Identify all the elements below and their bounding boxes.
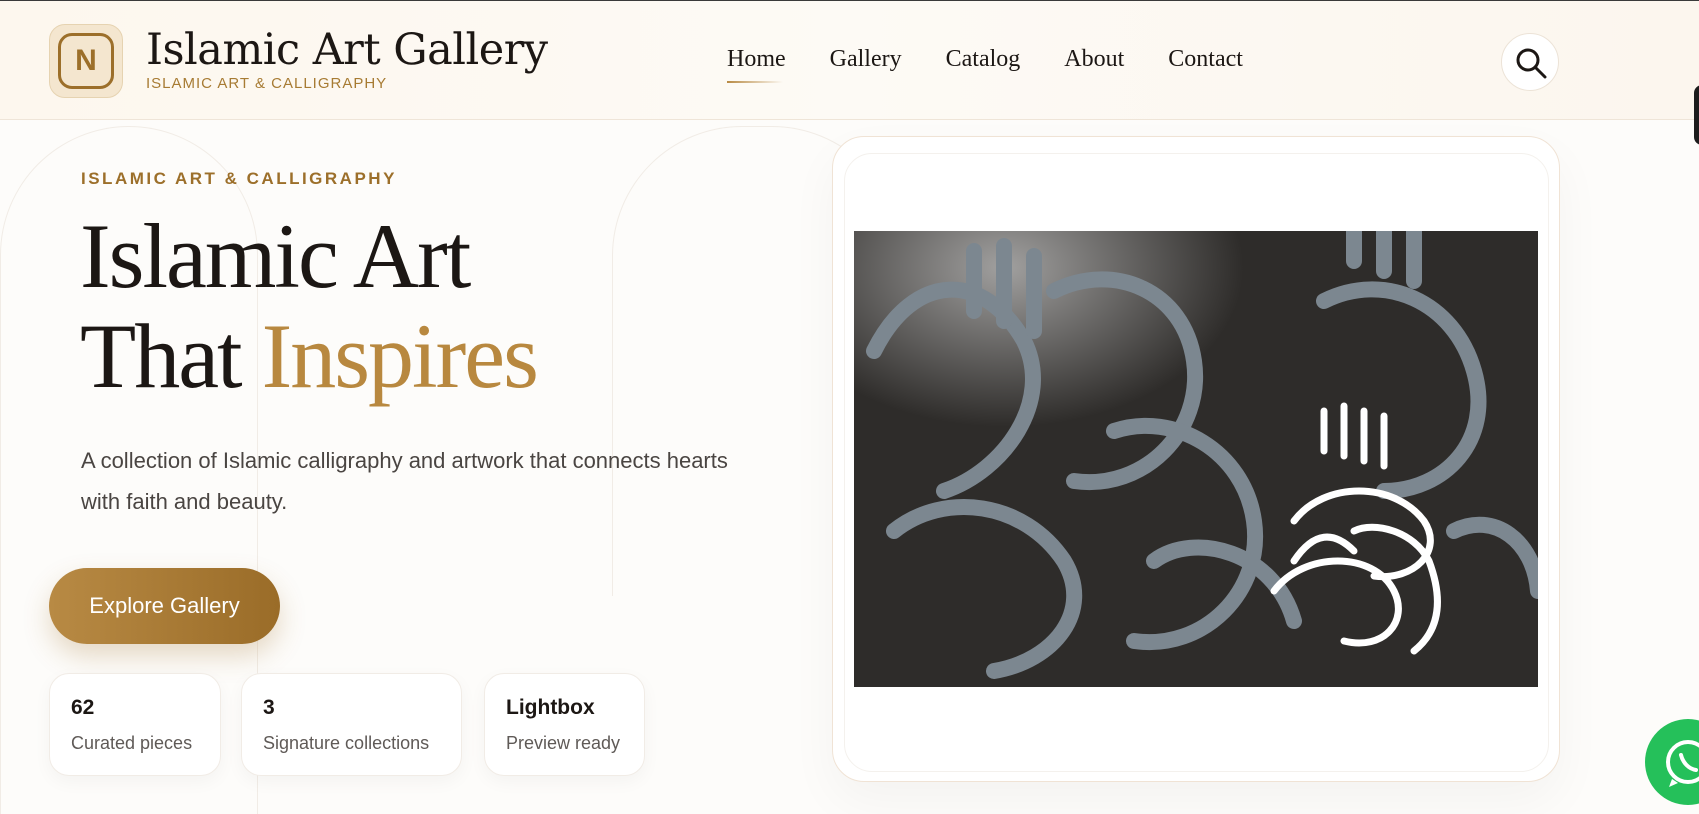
stat-label: Curated pieces [71,733,193,753]
nav-item-about[interactable]: About [1064,46,1124,73]
stat-card-pieces: 62 Curated pieces [49,673,221,776]
search-button[interactable] [1501,33,1559,91]
main-nav: Home Gallery Catalog About Contact [727,46,1287,83]
stat-value: Lightbox [506,696,595,719]
nav-item-home[interactable]: Home [727,46,786,83]
nav-item-contact[interactable]: Contact [1168,46,1243,73]
stat-card-lightbox: Lightbox Preview ready [484,673,645,776]
site-header: N Islamic Art Gallery ISLAMIC ART & CALL… [0,1,1699,120]
search-icon [1516,48,1547,79]
hero-description: A collection of Islamic calligraphy and … [81,448,728,514]
stat-value: 62 [71,696,95,719]
nav-item-catalog[interactable]: Catalog [946,46,1021,73]
stat-label: Preview ready [506,733,621,753]
hero-title-line2-plain: That [80,305,243,407]
brand-title[interactable]: Islamic Art Gallery [146,25,548,75]
featured-artwork-image[interactable] [854,231,1538,687]
stat-card-collections: 3 Signature collections [241,673,462,776]
stat-label: Signature collections [263,733,430,753]
hero-eyebrow: ISLAMIC ART & CALLIGRAPHY [81,169,397,188]
whatsapp-icon [1666,740,1699,787]
nav-item-gallery[interactable]: Gallery [830,46,902,73]
side-scroll-tab[interactable] [1694,85,1699,145]
brand-subtitle: ISLAMIC ART & CALLIGRAPHY [146,75,388,92]
whatsapp-button[interactable] [1645,719,1699,805]
logo-letter: N [58,33,114,89]
hero-title-line1: Islamic Art [80,205,471,307]
stat-value: 3 [263,696,275,719]
explore-gallery-button[interactable]: Explore Gallery [49,568,280,644]
logo[interactable]: N [49,24,123,98]
hero-title: Islamic Art That Inspires [80,205,539,407]
hero-title-line2-accent: Inspires [261,305,539,407]
calligraphy-artwork [854,231,1538,687]
